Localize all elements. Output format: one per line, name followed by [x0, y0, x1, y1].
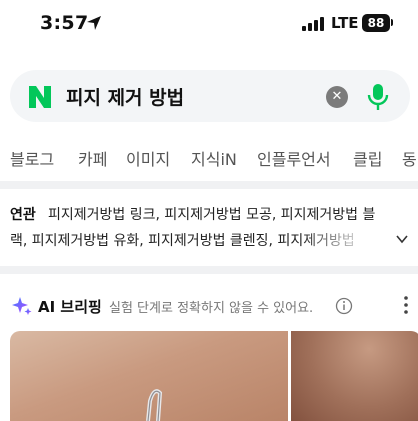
cellular-signal-icon — [302, 17, 324, 31]
chevron-down-icon[interactable] — [395, 232, 409, 246]
search-tabs: 블로그 카페 이미지 지식iN 인플루언서 클립 동 — [0, 142, 418, 172]
location-arrow-icon — [87, 16, 101, 30]
battery-level: 88 — [367, 16, 385, 30]
tab-image[interactable]: 이미지 — [126, 146, 170, 170]
skin-photo-right[interactable] — [291, 331, 418, 421]
search-input[interactable]: 피지 제거 방법 — [66, 83, 184, 110]
related-keywords-line-1[interactable]: 피지제거방법 링크, 피지제거방법 모공, 피지제거방법 블 — [48, 204, 400, 224]
tab-influencer[interactable]: 인플루언서 — [257, 146, 331, 170]
fade-overlay — [300, 227, 390, 249]
ai-briefing-disclaimer: 실험 단계로 정확하지 않을 수 있어요. — [109, 301, 314, 316]
network-type: LTE — [331, 14, 359, 32]
related-label: 연관 — [10, 207, 36, 223]
info-icon[interactable] — [335, 297, 353, 315]
tab-video[interactable]: 동 — [402, 146, 417, 170]
clear-search-button[interactable]: ✕ — [326, 86, 348, 108]
divider — [0, 181, 418, 189]
tab-kin[interactable]: 지식iN — [191, 146, 237, 170]
extractor-tool-illustration — [146, 389, 163, 421]
close-icon[interactable]: ✕ — [326, 86, 348, 108]
divider — [0, 266, 418, 274]
battery-cap — [391, 19, 393, 26]
tab-blog[interactable]: 블로그 — [10, 146, 54, 170]
ai-briefing-title: AI 브리핑 — [38, 298, 102, 316]
tab-cafe[interactable]: 카페 — [78, 146, 107, 170]
search-bar[interactable]: 피지 제거 방법 ✕ — [10, 70, 410, 122]
status-bar: 3:57 LTE 88 — [0, 0, 418, 52]
sparkle-icon — [12, 297, 32, 315]
more-options-icon[interactable] — [403, 295, 409, 315]
status-time: 3:57 — [40, 12, 89, 34]
ai-briefing-header: AI 브리핑 실험 단계로 정확하지 않을 수 있어요. — [0, 290, 418, 320]
naver-logo-icon[interactable] — [27, 84, 53, 110]
mic-icon[interactable] — [366, 82, 390, 112]
related-searches: 연관 피지제거방법 링크, 피지제거방법 모공, 피지제거방법 블 랙, 피지제… — [0, 195, 418, 263]
battery-icon: 88 — [362, 14, 390, 32]
tab-clip[interactable]: 클립 — [353, 146, 382, 170]
skin-photo-left[interactable] — [10, 331, 288, 421]
